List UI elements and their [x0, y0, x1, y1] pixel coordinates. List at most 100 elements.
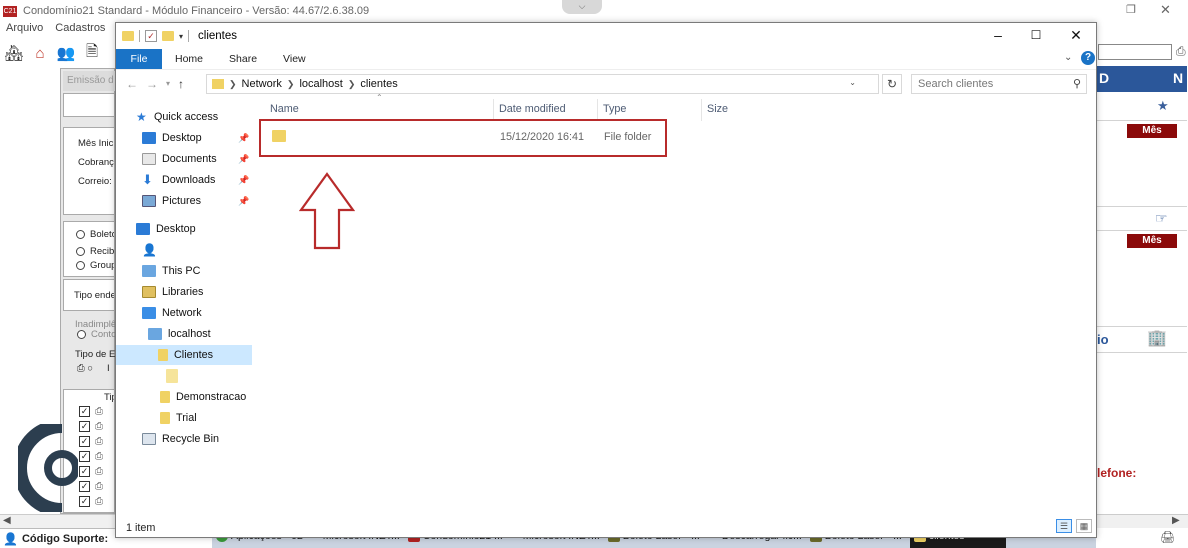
grid-checkbox[interactable]: ✓	[79, 451, 90, 462]
highlight-annotation	[259, 119, 667, 157]
money-icon[interactable]: ★	[1157, 98, 1169, 114]
minimize-icon[interactable]: –	[980, 23, 1016, 47]
divider	[139, 30, 140, 42]
chevron-right-icon[interactable]: ❯	[229, 79, 237, 90]
breadcrumb-clientes[interactable]: clientes	[355, 78, 402, 90]
navigation-pane: ★ Quick access Desktop 📌 Documents 📌 ⬇ D…	[116, 99, 256, 519]
nav-item-desktop-root[interactable]: Desktop	[136, 219, 274, 239]
radio-boleto[interactable]	[76, 230, 85, 239]
sort-ascending-icon: ⌃	[376, 93, 383, 102]
printer-icon[interactable]: ⎙	[1176, 44, 1186, 59]
search-icon[interactable]: ⚲	[1073, 77, 1081, 90]
app-logo-icon: C21	[3, 5, 17, 17]
details-view-icon[interactable]: ☰	[1056, 519, 1072, 533]
hand-icon[interactable]: ☞	[1155, 210, 1168, 227]
menu-arquivo[interactable]: Arquivo	[6, 22, 43, 38]
column-divider[interactable]	[701, 99, 702, 121]
properties-icon[interactable]: ✓	[145, 30, 157, 42]
nav-item-label: Desktop	[162, 132, 202, 144]
printer-icon: ⎙	[95, 481, 103, 492]
forward-icon[interactable]: →	[142, 77, 162, 91]
expand-ribbon-icon[interactable]: ⌄	[1064, 52, 1072, 63]
pin-icon[interactable]: 📌	[238, 175, 249, 186]
window-title: clientes	[198, 30, 238, 42]
background-toolbar: 🏘 ⌂ 👥 🗎	[0, 40, 115, 66]
column-header-name[interactable]: Name	[270, 103, 299, 115]
panel-box: Tipo ende	[63, 279, 115, 311]
large-icons-view-icon[interactable]: ▦	[1076, 519, 1092, 533]
customize-dropdown-icon[interactable]: ▾	[179, 32, 183, 41]
label-print-option: I	[107, 363, 110, 374]
nav-item-quick-access[interactable]: ★ Quick access	[136, 107, 274, 127]
document-icon[interactable]: 🗎	[81, 42, 103, 64]
chevron-right-icon[interactable]: ❯	[348, 79, 356, 90]
users-icon[interactable]: 👥	[55, 42, 77, 64]
search-input[interactable]: Search clientes ⚲	[911, 74, 1087, 94]
folder-icon	[160, 412, 170, 424]
grid-checkbox[interactable]: ✓	[79, 466, 90, 477]
user-icon: 👤	[3, 531, 18, 546]
column-divider[interactable]	[493, 99, 494, 121]
grid-checkbox[interactable]: ✓	[79, 481, 90, 492]
breadcrumb-network[interactable]: Network	[237, 78, 287, 90]
grid-checkbox[interactable]: ✓	[79, 436, 90, 447]
printer-icon: ⎙	[95, 406, 103, 417]
chevron-down-icon[interactable]: ⌄	[849, 78, 856, 87]
tab-emissao[interactable]: Emissão d	[63, 71, 116, 91]
building-icon[interactable]: 🏢	[1147, 328, 1167, 348]
network-tray-icon[interactable]: 🖨	[1160, 530, 1175, 544]
scroll-left-icon[interactable]: ◀	[3, 515, 11, 526]
column-header-size[interactable]: Size	[707, 103, 728, 115]
back-icon[interactable]: ←	[122, 77, 142, 91]
nav-item-label: Network	[162, 307, 202, 319]
mes-button-1[interactable]: Mês	[1127, 124, 1177, 138]
pin-icon[interactable]: 📌	[238, 154, 249, 165]
grid-checkbox[interactable]: ✓	[79, 406, 90, 417]
recent-locations-icon[interactable]: ▾	[162, 79, 174, 88]
printer-radio-icon[interactable]: ⎙ ○	[77, 363, 93, 374]
column-header-type[interactable]: Type	[603, 103, 626, 115]
new-folder-icon[interactable]	[162, 31, 174, 41]
close-icon[interactable]: ✕	[1058, 23, 1094, 47]
restore-icon[interactable]: ❐	[1126, 3, 1136, 16]
column-divider[interactable]	[597, 99, 598, 121]
download-icon: ⬇	[142, 172, 153, 187]
maximize-icon[interactable]: ☐	[1018, 23, 1054, 47]
nav-item-clientes[interactable]: Clientes	[116, 345, 252, 365]
right-label-telefone: lefone:	[1097, 466, 1137, 480]
home-icon[interactable]: ⌂	[29, 42, 51, 64]
address-bar[interactable]: ❯ Network ❯ localhost ❯ clientes ⌄	[206, 74, 879, 94]
column-header-date-modified[interactable]: Date modified	[499, 103, 566, 115]
scroll-right-icon[interactable]: ▶	[1172, 515, 1180, 526]
grid-checkbox[interactable]: ✓	[79, 496, 90, 507]
printer-icon: ⎙	[95, 421, 103, 432]
close-icon[interactable]: ✕	[1160, 2, 1171, 18]
radio-group[interactable]	[76, 261, 85, 270]
radio-recibo[interactable]	[76, 247, 85, 256]
pin-icon[interactable]: 📌	[238, 133, 249, 144]
chevron-down-icon[interactable]: ⌵	[562, 0, 602, 14]
folder-icon	[122, 31, 134, 41]
tab-file[interactable]: File	[116, 49, 162, 69]
building-icon[interactable]: 🏘	[3, 42, 25, 64]
divider	[188, 30, 190, 42]
file-explorer-window: ✓ ▾ clientes – ☐ ✕ File Home Share View …	[115, 22, 1097, 538]
divider	[1097, 230, 1187, 231]
menu-cadastros[interactable]: Cadastros	[55, 22, 105, 38]
radio-contas[interactable]	[77, 330, 86, 339]
mes-button-2[interactable]: Mês	[1127, 234, 1177, 248]
divider	[1097, 326, 1187, 327]
breadcrumb-localhost[interactable]: localhost	[294, 78, 347, 90]
pin-icon[interactable]: 📌	[238, 196, 249, 207]
tab-share[interactable]: Share	[216, 53, 270, 65]
grid-checkbox[interactable]: ✓	[79, 421, 90, 432]
tab-view[interactable]: View	[270, 53, 319, 65]
refresh-icon[interactable]: ↻	[882, 74, 902, 94]
chevron-right-icon[interactable]: ❯	[287, 79, 295, 90]
tab-home[interactable]: Home	[162, 53, 216, 65]
help-icon[interactable]: ?	[1081, 51, 1095, 65]
background-input[interactable]	[1098, 44, 1172, 60]
up-icon[interactable]: ↑	[174, 77, 188, 91]
banner-right-text: N	[1173, 70, 1184, 86]
user-icon: 👤	[142, 243, 157, 257]
